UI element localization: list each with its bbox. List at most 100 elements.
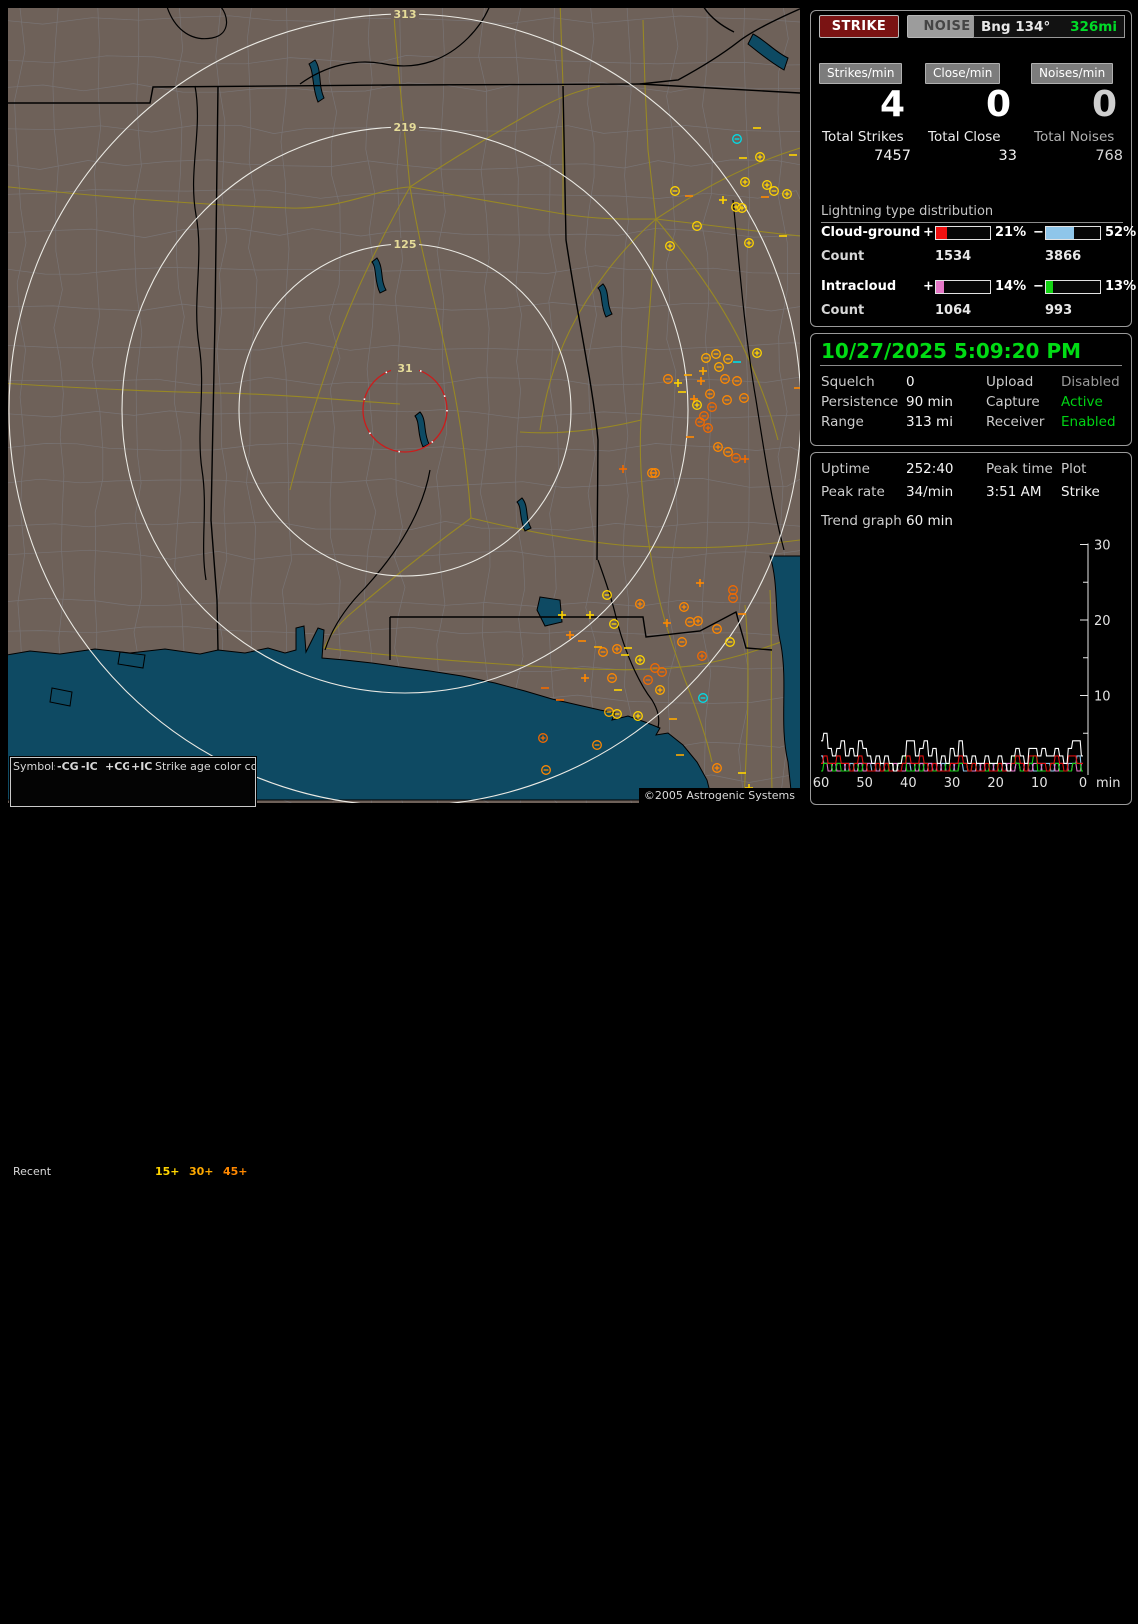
range-ring-label: 219 [394, 121, 417, 134]
age-code: 15+ [153, 774, 187, 1569]
datetime-display: 10/27/2025 5:09:20 PM [821, 339, 1081, 363]
rate-chip[interactable]: Strikes/min [819, 63, 902, 84]
bearing-value: Bng 134° [981, 19, 1050, 35]
age-code: 90+ [221, 1569, 255, 1624]
positive-bar [935, 280, 991, 294]
legend-row-label: Old [11, 1569, 55, 1624]
x-tick-label: 10 [1031, 776, 1048, 791]
negative-bar [1045, 226, 1101, 240]
count-label: Count [821, 303, 864, 318]
counter-strikes-min: Strikes/min4Total Strikes7457 [819, 62, 915, 172]
age-code: 45+ [221, 774, 255, 1569]
x-tick-label: 60 [813, 776, 830, 791]
circle-plus-icon [105, 1569, 129, 1624]
trend-panel: Uptime 252:40 Peak time Plot Peak rate 3… [810, 452, 1132, 805]
status-row: Range 313 mi Receiver Enabled [821, 414, 1125, 433]
plus-icon [131, 1569, 153, 1624]
type-name: Intracloud [821, 279, 896, 294]
divider [821, 222, 1123, 223]
count-row: Count 1064 993 [821, 303, 1123, 318]
age-code: 75+ [187, 1569, 221, 1624]
rate-chip[interactable]: Noises/min [1031, 63, 1113, 84]
range-ring-label: 313 [394, 8, 417, 21]
map-canvas[interactable]: 31 125 219 313 [8, 8, 800, 803]
age-code: 60+ [153, 1569, 187, 1624]
legend-table: Symbols-CG-IC+CG+ICStrike age color code… [11, 759, 255, 1624]
divider [820, 365, 1122, 366]
distribution-row: Cloud-ground+21%−52% [821, 225, 1123, 241]
status-state: Enabled [1061, 414, 1116, 430]
status-label: Upload [986, 374, 1033, 390]
status-value: 313 mi [906, 414, 953, 430]
counter-noises-min: Noises/min0Total Noises768 [1031, 62, 1127, 172]
total-value: 7457 [874, 148, 911, 164]
map-legend: Symbols-CG-IC+CG+ICStrike age color code… [10, 757, 256, 807]
age-code: 30+ [187, 774, 221, 1569]
minus-sign: − [1033, 279, 1044, 294]
x-tick-label: 20 [987, 776, 1004, 791]
status-label: Range [821, 414, 864, 430]
negative-pct: 13% [1105, 279, 1136, 294]
plus-icon [131, 774, 153, 1569]
circle-minus-icon [57, 1569, 79, 1624]
lightning-distribution: Lightning type distribution Cloud-ground… [821, 204, 1123, 223]
range-ring-label: 125 [394, 238, 417, 251]
status-state: Disabled [1061, 374, 1120, 390]
y-tick-label: 20 [1094, 614, 1111, 629]
count-label: Count [821, 249, 864, 264]
negative-pct: 52% [1105, 225, 1136, 240]
rate-value: 0 [986, 84, 1011, 125]
x-tick-label: 50 [856, 776, 873, 791]
distribution-title: Lightning type distribution [821, 204, 1123, 219]
status-state: Active [1061, 394, 1103, 410]
x-tick-label: 0 [1079, 776, 1087, 791]
rate-value: 4 [880, 84, 905, 125]
status-label: Receiver [986, 414, 1044, 430]
status-label: Squelch [821, 374, 875, 390]
counter-close-min: Close/min0 Total Close 33 [925, 62, 1021, 172]
range-ring-label: 31 [397, 362, 412, 375]
positive-count: 1534 [935, 249, 971, 264]
status-panel: 10/27/2025 5:09:20 PM Squelch 0 Upload Disa… [810, 333, 1132, 446]
strike-mode-button[interactable]: STRIKE [819, 15, 899, 38]
x-axis-unit: min [1096, 776, 1121, 791]
y-tick-label: 10 [1094, 690, 1111, 705]
status-value: 90 min [906, 394, 953, 410]
legend-age-title: Strike age color codes [153, 759, 255, 774]
negative-bar [1045, 280, 1101, 294]
y-tick-label: 30 [1094, 539, 1111, 554]
negative-count: 3866 [1045, 249, 1081, 264]
rate-chip[interactable]: Close/min [925, 63, 1000, 84]
circle-minus-icon [57, 774, 79, 1569]
minus-icon [81, 774, 103, 1569]
plus-sign: + [923, 225, 934, 240]
positive-pct: 21% [995, 225, 1026, 240]
negative-count: 993 [1045, 303, 1072, 318]
distribution-row: Intracloud+14%−13% [821, 279, 1123, 295]
total-label: Total Close [928, 129, 1001, 145]
trend-series--ic [821, 763, 1083, 771]
legend-header: -CG [55, 759, 79, 774]
total-value: 768 [1095, 148, 1123, 164]
status-value: 0 [906, 374, 915, 390]
type-name: Cloud-ground [821, 225, 920, 240]
plus-sign: + [923, 279, 934, 294]
bearing-range-value: 326mi [1070, 19, 1117, 35]
mode-toolbar: STRIKE NOISE Bng 134° 326mi [819, 15, 1125, 39]
lightning-map[interactable]: 31125219313 Symbols-CG-IC+CG+ICStrike ag… [8, 8, 800, 803]
copyright-label: ©2005 Astrogenic Systems [639, 788, 800, 804]
minus-sign: − [1033, 225, 1044, 240]
status-row: Persistence 90 min Capture Active [821, 394, 1125, 413]
legend-header: Symbols [11, 759, 55, 774]
status-label: Persistence [821, 394, 898, 410]
status-row: Squelch 0 Upload Disabled [821, 374, 1125, 393]
positive-count: 1064 [935, 303, 971, 318]
x-tick-label: 30 [944, 776, 961, 791]
total-label: Total Noises [1034, 129, 1114, 145]
status-label: Capture [986, 394, 1040, 410]
legend-header: +IC [129, 759, 153, 774]
circle-plus-icon [105, 774, 129, 1569]
stats-panel: STRIKE NOISE Bng 134° 326mi Strikes/min4… [810, 10, 1132, 327]
trend-series-total-strikes [821, 733, 1083, 771]
total-value: 33 [999, 148, 1017, 164]
